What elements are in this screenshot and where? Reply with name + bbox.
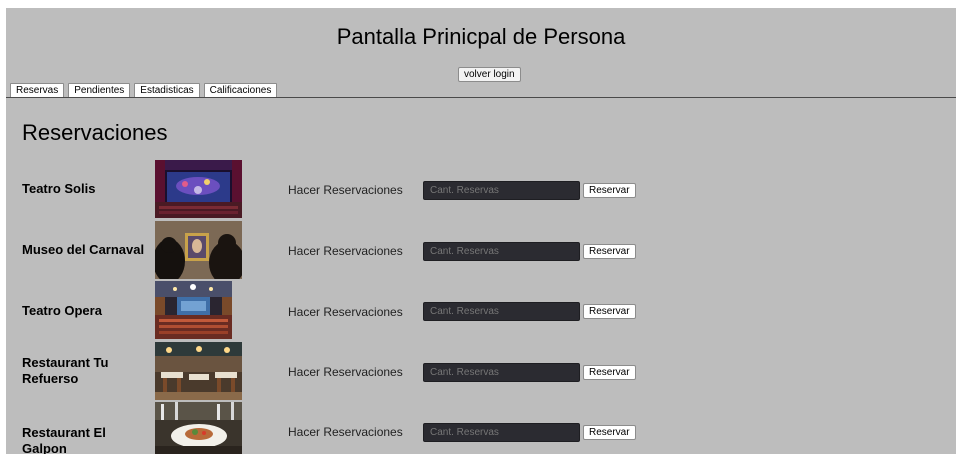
cant-reservas-input[interactable] xyxy=(423,423,580,442)
opera-hall-photo xyxy=(155,281,232,339)
cant-reservas-input[interactable] xyxy=(423,302,580,321)
tab-bar: Reservas Pendientes Estadisticas Calific… xyxy=(10,83,278,98)
tab-calificaciones[interactable]: Calificaciones xyxy=(203,83,278,98)
reservation-row: Restaurant El Galpon Hacer Reservaciones… xyxy=(6,402,956,454)
reservation-row: Teatro Solis Hacer Reservaciones Reserva… xyxy=(6,160,956,220)
page-title: Pantalla Prinicpal de Persona xyxy=(336,24,626,49)
reservation-row: Museo del Carnaval Hacer Reservaciones R… xyxy=(6,221,956,281)
reservar-button[interactable]: Reservar xyxy=(583,425,636,440)
reservation-row: Restaurant Tu Refuerso Hacer Reservacion… xyxy=(6,342,956,402)
main-frame: Pantalla Prinicpal de Persona volver log… xyxy=(6,8,956,454)
cant-reservas-input[interactable] xyxy=(423,242,580,261)
tab-pendientes[interactable]: Pendientes xyxy=(68,83,131,98)
hacer-reservaciones-label: Hacer Reservaciones xyxy=(288,305,403,319)
restaurant-interior-photo xyxy=(155,342,242,400)
place-name: Restaurant Tu Refuerso xyxy=(22,355,109,386)
reservar-button[interactable]: Reservar xyxy=(583,244,636,259)
tab-reservas[interactable]: Reservas xyxy=(10,83,65,98)
volver-login-button[interactable]: volver login xyxy=(458,67,521,82)
reservar-button[interactable]: Reservar xyxy=(583,365,636,380)
place-name: Teatro Opera xyxy=(22,303,102,318)
place-name: Restaurant El Galpon xyxy=(22,425,106,454)
cant-reservas-input[interactable] xyxy=(423,363,580,382)
reservation-row: Teatro Opera Hacer Reservaciones Reserva… xyxy=(6,281,956,341)
reservar-button[interactable]: Reservar xyxy=(583,183,636,198)
place-name: Teatro Solis xyxy=(22,181,96,196)
restaurant-dish-photo xyxy=(155,402,242,454)
cant-reservas-input[interactable] xyxy=(423,181,580,200)
section-title: Reservaciones xyxy=(22,120,168,145)
hacer-reservaciones-label: Hacer Reservaciones xyxy=(288,365,403,379)
tab-estadisticas[interactable]: Estadisticas xyxy=(134,83,200,98)
museum-visitors-photo xyxy=(155,221,242,279)
hacer-reservaciones-label: Hacer Reservaciones xyxy=(288,244,403,258)
theater-stage-photo xyxy=(155,160,242,218)
hacer-reservaciones-label: Hacer Reservaciones xyxy=(288,183,403,197)
hacer-reservaciones-label: Hacer Reservaciones xyxy=(288,425,403,439)
place-name: Museo del Carnaval xyxy=(22,242,145,257)
tab-divider xyxy=(6,97,956,98)
reservar-button[interactable]: Reservar xyxy=(583,304,636,319)
